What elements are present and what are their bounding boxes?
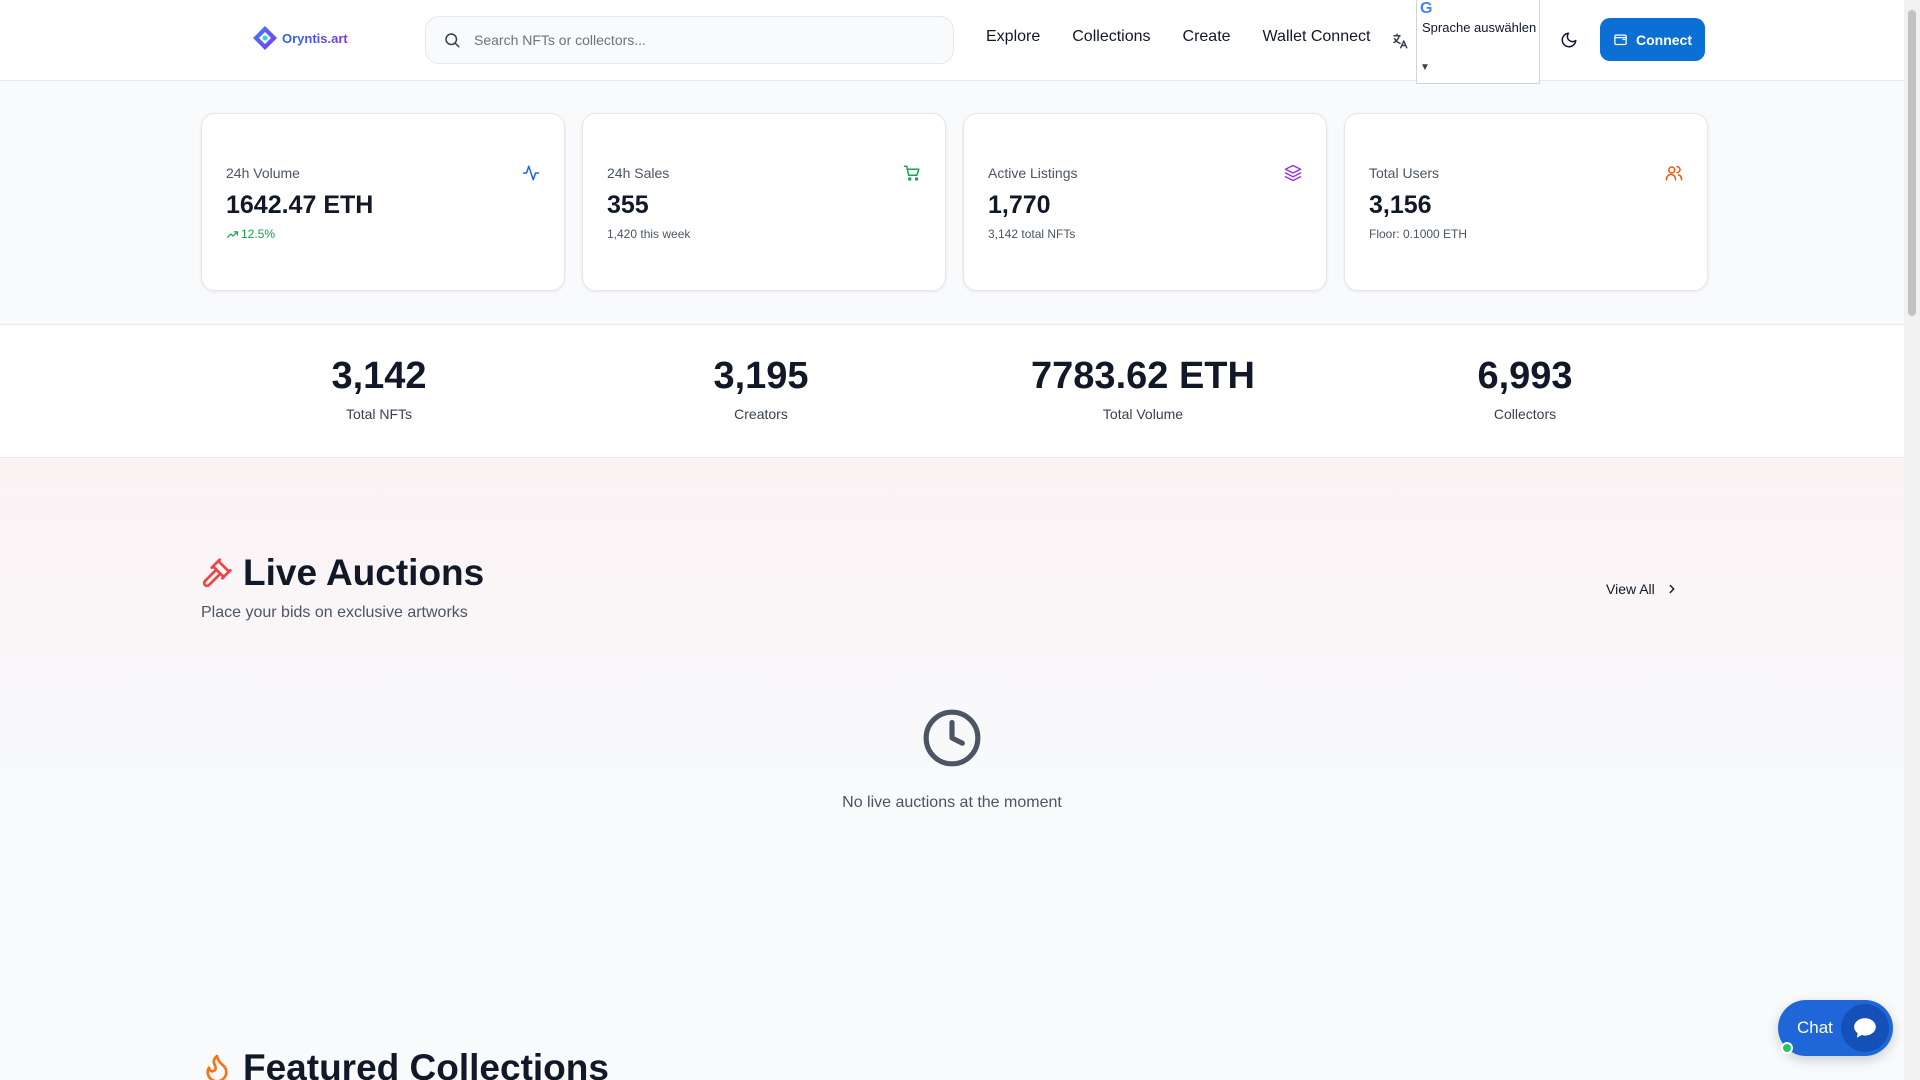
logo[interactable]: Oryntis.art	[252, 25, 348, 51]
stat-value: 6,993	[1477, 355, 1573, 397]
stat-label: Collectors	[1493, 406, 1557, 422]
live-auctions-section: Live Auctions Place your bids on exclusi…	[0, 459, 1904, 1080]
card-change: 12.5%	[226, 227, 275, 241]
stat-total-nfts: 3,142 Total NFTs	[189, 355, 569, 422]
platform-stats: 3,142 Total NFTs 3,195 Creators 7783.62 …	[0, 324, 1904, 458]
top-header: Oryntis.art Explore Collections Create W…	[0, 0, 1904, 84]
search-bar[interactable]	[425, 16, 954, 64]
nav-create[interactable]: Create	[1183, 28, 1231, 46]
chat-bubble	[1841, 1004, 1889, 1052]
card-label: Active Listings	[988, 165, 1078, 181]
page-scrollbar[interactable]	[1904, 0, 1920, 1080]
nav-explore[interactable]: Explore	[986, 28, 1040, 46]
stat-label: Total Volume	[1102, 406, 1184, 422]
logo-text: Oryntis.art	[282, 30, 348, 46]
chat-label: Chat	[1797, 1018, 1833, 1037]
view-all-label: View All	[1606, 581, 1655, 597]
stat-label: Creators	[734, 406, 788, 422]
online-status-dot	[1781, 1042, 1793, 1054]
card-sub: Floor: 0.1000 ETH	[1369, 227, 1468, 241]
card-label: Total Users	[1369, 165, 1440, 181]
translate-icon[interactable]	[1391, 32, 1409, 50]
search-icon	[445, 33, 460, 48]
google-logo-icon: G	[1420, 0, 1433, 17]
card-change-value: 12.5%	[241, 227, 276, 241]
chat-button[interactable]: Chat	[1778, 1000, 1893, 1056]
stat-collectors: 6,993 Collectors	[1335, 355, 1715, 422]
language-selector[interactable]: G Sprache auswählen ▼	[1416, 0, 1540, 84]
section-title: Live Auctions	[243, 552, 485, 593]
activity-icon	[522, 165, 540, 181]
view-all-link[interactable]: View All	[1606, 581, 1679, 597]
chevron-right-icon	[1669, 584, 1675, 594]
empty-message: No live auctions at the moment	[842, 794, 1062, 811]
nav-wallet-connect[interactable]: Wallet Connect	[1263, 28, 1371, 46]
section-title: Featured Collections	[243, 1047, 609, 1080]
connect-button[interactable]: Connect	[1600, 18, 1705, 61]
card-value: 355	[607, 191, 649, 219]
logo-icon	[253, 26, 277, 50]
nav-collections[interactable]: Collections	[1072, 28, 1150, 46]
card-sub: 3,142 total NFTs	[988, 227, 1076, 241]
card-label: 24h Volume	[226, 165, 300, 181]
main-nav: Explore Collections Create Wallet Connec…	[986, 28, 1370, 46]
card-value: 3,156	[1369, 191, 1432, 219]
shopping-cart-icon	[903, 165, 920, 181]
stat-label: Total NFTs	[345, 406, 413, 422]
live-auctions-heading: Live Auctions	[201, 552, 484, 594]
card-active-listings: Active Listings 1,770 3,142 total NFTs	[963, 113, 1327, 291]
empty-state: No live auctions at the moment	[752, 707, 1152, 812]
stat-total-volume: 7783.62 ETH Total Volume	[953, 355, 1333, 422]
stat-value: 3,195	[713, 355, 809, 397]
scrollbar-thumb[interactable]	[1908, 10, 1916, 316]
card-24h-volume: 24h Volume 1642.47 ETH 12.5%	[201, 113, 565, 291]
wallet-icon	[1614, 34, 1627, 46]
search-input[interactable]	[474, 32, 934, 48]
card-sub: 1,420 this week	[607, 227, 691, 241]
trending-up-icon	[227, 230, 238, 238]
stat-cards: 24h Volume 1642.47 ETH 12.5% 24h Sales 3…	[201, 113, 1708, 291]
stat-creators: 3,195 Creators	[571, 355, 951, 422]
layers-icon	[1284, 164, 1302, 182]
language-select-label: Sprache auswählen	[1422, 20, 1537, 35]
card-label: 24h Sales	[607, 165, 670, 181]
stat-value: 3,142	[331, 355, 427, 397]
card-total-users: Total Users 3,156 Floor: 0.1000 ETH	[1344, 113, 1708, 291]
users-icon	[1665, 165, 1683, 181]
moon-icon[interactable]	[1560, 31, 1578, 49]
featured-collections-heading: Featured Collections	[201, 1047, 609, 1080]
connect-label: Connect	[1636, 31, 1692, 48]
dropdown-arrow-icon: ▼	[1420, 62, 1430, 73]
flame-icon	[206, 1054, 228, 1080]
card-value: 1,770	[988, 191, 1051, 219]
gavel-icon	[202, 558, 232, 588]
clock-icon	[923, 709, 981, 767]
stat-value: 7783.62 ETH	[1031, 355, 1255, 397]
section-subtitle: Place your bids on exclusive artworks	[201, 604, 468, 621]
card-value: 1642.47 ETH	[226, 191, 374, 219]
chat-bubble-icon	[1854, 1018, 1876, 1038]
card-24h-sales: 24h Sales 355 1,420 this week	[582, 113, 946, 291]
